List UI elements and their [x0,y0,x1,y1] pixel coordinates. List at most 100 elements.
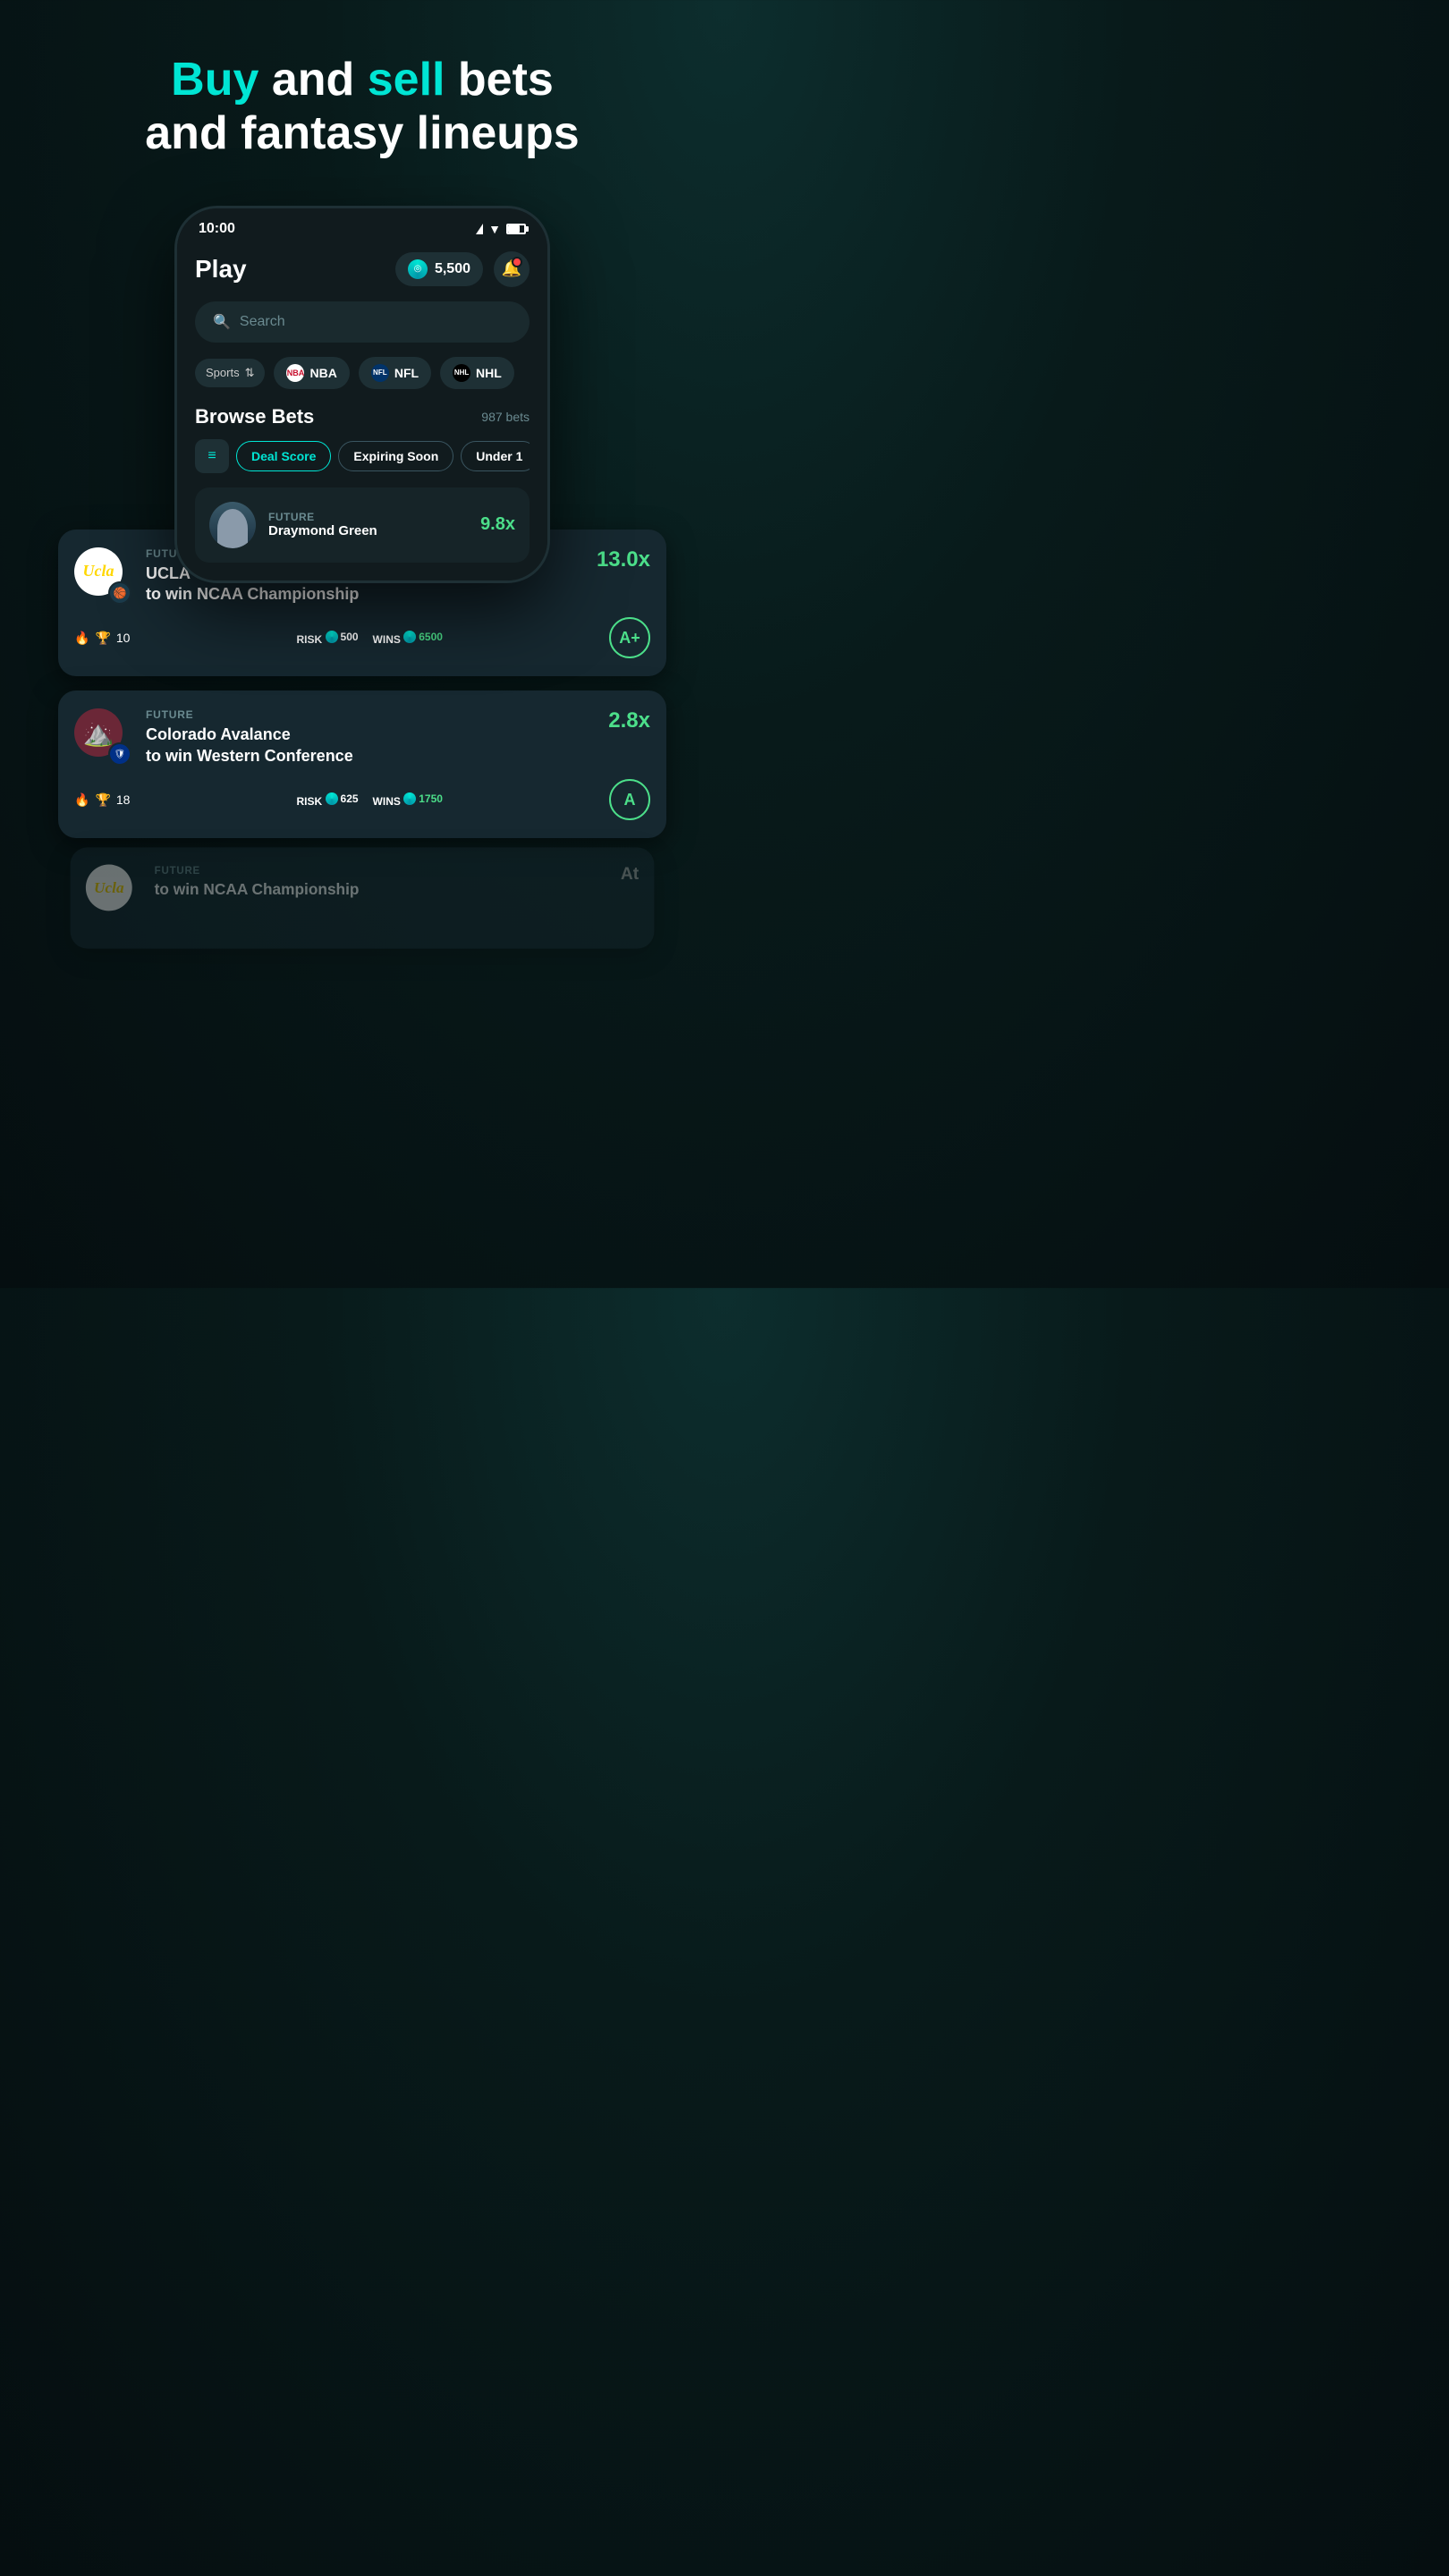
bottom-title: to win NCAA Championship [155,880,607,900]
avalanche-type-label: FUTURE [146,708,594,721]
phone-frame: 10:00 ▼ Play ◎ 5,500 🔔 � [174,206,550,583]
avalanche-card-top: ⛰️ 🛡 FUTURE Colorado Avalance to win Wes… [74,708,650,767]
coin-icon-small [326,631,338,643]
sliders-icon: ≡ [208,448,216,464]
bottom-title-text: to win NCAA Championship [155,881,360,898]
avalanche-title: Colorado Avalance to win Western Confere… [146,724,594,767]
avalanche-bet-card[interactable]: ⛰️ 🛡 FUTURE Colorado Avalance to win Wes… [58,691,666,838]
player-avatar [209,502,256,548]
av-risk-value-wrap: 625 [326,792,359,805]
avalanche-count: 18 [116,792,131,807]
ucla-card-bottom: 🔥 🏆 10 RISK 500 WINS 6500 [74,617,650,658]
partial-bet-card[interactable]: FUTURE Draymond Green 9.8x [195,487,530,563]
wins-value-wrap: 6500 [403,631,443,643]
search-bar[interactable]: 🔍 Search [195,301,530,343]
app-content: Play ◎ 5,500 🔔 🔍 Search Sports ⇅ [177,244,547,580]
coins-value: 5,500 [435,261,470,277]
av-wins-value-wrap: 1750 [403,792,443,805]
ucla-emojis: 🔥 🏆 10 [74,631,130,646]
wifi-icon: ▼ [488,222,501,236]
partial-type-label: FUTURE [268,511,468,523]
fire-icon2: 🔥 [74,792,89,808]
coin-icon-small2 [403,631,416,643]
browse-header: Browse Bets 987 bets [195,405,530,428]
sports-label: Sports [206,366,240,379]
bottom-at-label: At [621,865,639,885]
hero-sell: sell [368,54,445,106]
ucla-wins: WINS 6500 [373,631,443,646]
coin-icon: ◎ [408,259,428,279]
risk-value: 500 [341,631,359,643]
nfl-pill[interactable]: NFL NFL [359,357,431,389]
western-badge: 🛡 [108,742,131,766]
hero-line2: and fantasy lineups [145,107,579,159]
ucla-title-line2: to win NCAA Championship [146,585,359,603]
nfl-label: NFL [394,366,419,380]
nba-label: NBA [309,366,336,380]
hero-section: Buy and sell bets and fantasy lineups [109,0,614,188]
header-right: ◎ 5,500 🔔 [395,251,530,287]
chevron-icon: ⇅ [245,366,255,380]
avalanche-multiplier: 2.8x [608,708,650,733]
bets-count: 987 bets [481,410,530,424]
avalanche-grade: A [623,791,635,809]
filter-tabs: Sports ⇅ NBA NBA NFL NFL NHL NHL [195,357,530,389]
avalanche-grade-badge: A [609,779,650,820]
fire-icon: 🔥 [74,631,89,646]
deal-score-filter[interactable]: Deal Score [236,441,331,471]
coin-icon-small3 [326,792,338,805]
nhl-pill[interactable]: NHL NHL [440,357,514,389]
expiring-soon-filter[interactable]: Expiring Soon [338,441,453,471]
risk-label: RISK [297,633,323,646]
status-time: 10:00 [199,221,235,237]
avalanche-wins: WINS 1750 [373,792,443,808]
sort-filters: ≡ Deal Score Expiring Soon Under 1 [195,439,530,473]
risk-value-wrap: 500 [326,631,359,643]
ucla-risk: RISK 500 [297,631,359,646]
nba-logo: NBA [286,364,304,382]
wins-label: WINS [373,633,401,646]
status-bar: 10:00 ▼ [177,208,547,244]
nfl-logo: NFL [371,364,389,382]
trophy-icon2: 🏆 [95,792,110,808]
bottom-type-label: FUTURE [155,865,607,877]
nhl-logo: NHL [453,364,470,382]
deal-score-label: Deal Score [251,449,316,463]
bottom-logo: Ucla [86,865,132,911]
ucla-grade-badge: A+ [609,617,650,658]
floating-cards: Ucla 🏀 FUTURE UCLA to win NCAA Champions… [58,530,666,970]
avalanche-card-bottom: 🔥 🏆 18 RISK 625 WINS 1750 [74,779,650,820]
ucla-grade: A+ [619,629,640,648]
coins-badge[interactable]: ◎ 5,500 [395,252,483,286]
ncaa-badge: 🏀 [108,581,131,605]
bottom-logo-wrap: Ucla [86,865,140,919]
status-icons: ▼ [476,222,526,236]
battery-icon [506,224,526,234]
sports-dropdown[interactable]: Sports ⇅ [195,359,265,387]
bell-button[interactable]: 🔔 [494,251,530,287]
under-filter[interactable]: Under 1 [461,441,530,471]
hero-buy: Buy [171,54,258,106]
avalanche-risk: RISK 625 [297,792,359,808]
avalanche-title-line2: to win Western Conference [146,747,353,765]
avalanche-logo-wrap: ⛰️ 🛡 [74,708,131,766]
av-wins-value: 1750 [419,792,443,805]
avalanche-av-icon: ⛰️ [83,718,114,748]
risk-label2: RISK [297,795,323,808]
app-header: Play ◎ 5,500 🔔 [195,251,530,287]
app-title: Play [195,255,247,284]
ucla-count: 10 [116,631,131,645]
under-label: Under 1 [476,449,522,463]
bet-info-partial: FUTURE Draymond Green [268,511,468,538]
bell-icon: 🔔 [502,259,521,278]
nba-pill[interactable]: NBA NBA [274,357,349,389]
search-icon: 🔍 [213,313,231,331]
search-placeholder: Search [240,314,285,330]
partial-bet-name: Draymond Green [268,523,468,538]
filter-icon-button[interactable]: ≡ [195,439,229,473]
trophy-icon: 🏆 [95,631,110,646]
nhl-label: NHL [476,366,502,380]
western-icon: 🛡 [114,750,126,759]
wins-value: 6500 [419,631,443,643]
bottom-partial-card[interactable]: Ucla FUTURE to win NCAA Championship At [71,848,655,949]
